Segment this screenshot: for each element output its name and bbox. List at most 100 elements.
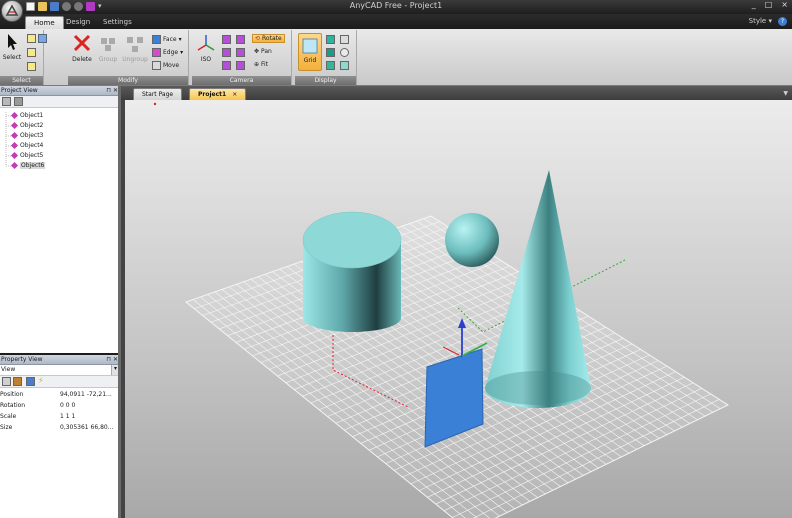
tab-settings[interactable]: Settings — [95, 16, 140, 29]
property-dropdown-value: View — [1, 366, 16, 373]
group-display: Grid Display — [295, 30, 357, 85]
move-button[interactable]: Move — [152, 61, 179, 70]
tab-list-dropdown-icon[interactable]: ▼ — [783, 90, 788, 97]
group-button-label: Group — [98, 56, 118, 63]
tree-item-object1[interactable]: Object1 — [10, 111, 44, 120]
property-key: Size — [0, 424, 13, 431]
tree-item-object6[interactable]: Object6 — [10, 161, 46, 170]
minimize-button[interactable]: _ — [752, 0, 756, 9]
group-camera-label: Camera — [192, 76, 291, 85]
fit-button-label: Fit — [261, 61, 269, 68]
property-view-dropdown[interactable]: View ▾ — [0, 365, 121, 376]
ungroup-button[interactable]: Ungroup — [121, 33, 149, 63]
view-top-icon[interactable] — [222, 61, 231, 70]
close-window-button[interactable]: × — [781, 0, 788, 9]
shading-box-icon[interactable] — [340, 35, 349, 44]
close-tab-icon[interactable]: × — [232, 91, 237, 98]
project-view-controls: ⊓ ✕ — [106, 86, 118, 96]
axes-icon — [197, 35, 215, 51]
view-bottom-icon[interactable] — [236, 61, 245, 70]
edge-button-label: Edge — [163, 49, 179, 56]
properties-icon[interactable] — [26, 377, 35, 386]
tree-item-object3[interactable]: Object3 — [10, 131, 43, 140]
app-menu-button[interactable] — [1, 0, 23, 22]
select-button[interactable]: Select — [2, 33, 22, 61]
property-value: 94,0911 -72,21... — [60, 391, 112, 398]
tree-item-object4[interactable]: Object4 — [10, 141, 44, 150]
property-view-header: Property View ⊓ ✕ — [0, 355, 121, 365]
sphere-object[interactable] — [445, 213, 499, 267]
view-right-icon[interactable] — [236, 48, 245, 57]
window-title: AnyCAD Free - Project1 — [349, 1, 443, 10]
fit-button[interactable]: ⊕ Fit — [254, 61, 268, 68]
rotate-button[interactable]: ⟲ Rotate — [252, 34, 285, 43]
pan-button[interactable]: ✥ Pan — [254, 48, 272, 55]
group-modify: Delete Group Ungroup Face ▾ Edge ▾ Move … — [68, 30, 189, 85]
pan-button-label: Pan — [261, 48, 272, 55]
style-menu-label: Style — [748, 17, 767, 25]
view-front-icon[interactable] — [222, 35, 231, 44]
tree-item-object2[interactable]: Object2 — [10, 121, 44, 130]
categorized-icon[interactable] — [2, 377, 11, 386]
edge-icon — [152, 48, 161, 57]
property-row-rotation[interactable]: Rotation 0 0 0 — [0, 402, 118, 412]
group-select-label: Select — [0, 76, 43, 85]
property-view-controls: ⊓ ✕ — [106, 355, 118, 365]
tree-item-label: Object4 — [20, 142, 44, 149]
property-row-scale[interactable]: Scale 1 1 1 — [0, 413, 118, 423]
delete-button[interactable]: Delete — [70, 33, 94, 63]
face-icon — [152, 35, 161, 44]
select-mode-3-icon[interactable] — [27, 62, 36, 71]
maximize-button[interactable]: □ — [765, 0, 773, 9]
tab-project1-label: Project1 — [198, 91, 227, 98]
iso-button[interactable]: ISO — [195, 33, 217, 63]
tree-item-label: Object1 — [20, 112, 44, 119]
property-row-size[interactable]: Size 0,305361 66,80... — [0, 424, 118, 434]
select-mode-1-icon[interactable] — [27, 34, 36, 43]
tree-item-label: Object2 — [20, 122, 44, 129]
collapse-all-icon[interactable] — [2, 97, 11, 106]
pin-icon[interactable]: ⊓ — [106, 356, 111, 363]
fit-icon: ⊕ — [254, 61, 260, 68]
edge-button[interactable]: Edge ▾ — [152, 48, 183, 57]
expand-all-icon[interactable] — [14, 97, 23, 106]
events-lightning-icon[interactable]: ⚡ — [38, 376, 44, 385]
tree-item-object5[interactable]: Object5 — [10, 151, 43, 160]
group-button[interactable]: Group — [96, 33, 120, 63]
tab-project1[interactable]: Project1 × — [189, 88, 247, 100]
property-row-position[interactable]: Position 94,0911 -72,21... — [0, 391, 118, 401]
3d-viewport[interactable] — [125, 100, 792, 518]
select-mode-2-icon[interactable] — [27, 48, 36, 57]
tab-start-page[interactable]: Start Page — [133, 88, 183, 100]
property-view-panel: Property View ⊓ ✕ View ▾ ⚡ Position 94,09… — [0, 355, 121, 518]
view-left-icon[interactable] — [222, 48, 231, 57]
shading-smooth-icon[interactable] — [326, 48, 335, 57]
project-view-header: Project View ⊓ ✕ — [0, 86, 121, 96]
property-key: Rotation — [0, 402, 26, 409]
alphabetical-icon[interactable] — [13, 377, 22, 386]
shading-transparent-icon[interactable] — [340, 61, 349, 70]
window-controls: _ □ × — [752, 0, 788, 9]
face-button[interactable]: Face ▾ — [152, 35, 182, 44]
wireframe-icon[interactable] — [340, 48, 349, 57]
ribbon: Select Select Delete Group Ungroup Face … — [0, 29, 792, 86]
face-button-label: Face — [163, 36, 177, 43]
style-menu[interactable]: Style ▾ — [749, 17, 772, 25]
select-pick-icon[interactable] — [38, 34, 47, 43]
grid-button[interactable]: Grid — [298, 33, 322, 71]
title-bar: ▾ AnyCAD Free - Project1 _ □ × — [0, 0, 792, 22]
app-logo-icon — [5, 4, 19, 16]
rotate-icon: ⟲ — [255, 35, 261, 42]
project-view-panel: Project View ⊓ ✕ Object1 Object2 Object3… — [0, 86, 121, 353]
shading-solid-icon[interactable] — [326, 35, 335, 44]
pin-icon[interactable]: ⊓ — [106, 87, 111, 94]
view-back-icon[interactable] — [236, 35, 245, 44]
ungroup-icon — [127, 37, 143, 52]
help-icon[interactable]: ? — [778, 17, 787, 26]
document-tab-bar: Start Page Project1 × ▼ — [121, 86, 792, 100]
shading-flat-icon[interactable] — [326, 61, 335, 70]
cylinder-object[interactable] — [302, 211, 402, 332]
3d-scene — [153, 102, 730, 518]
tab-design[interactable]: Design — [58, 16, 98, 29]
grid-icon — [302, 38, 318, 54]
